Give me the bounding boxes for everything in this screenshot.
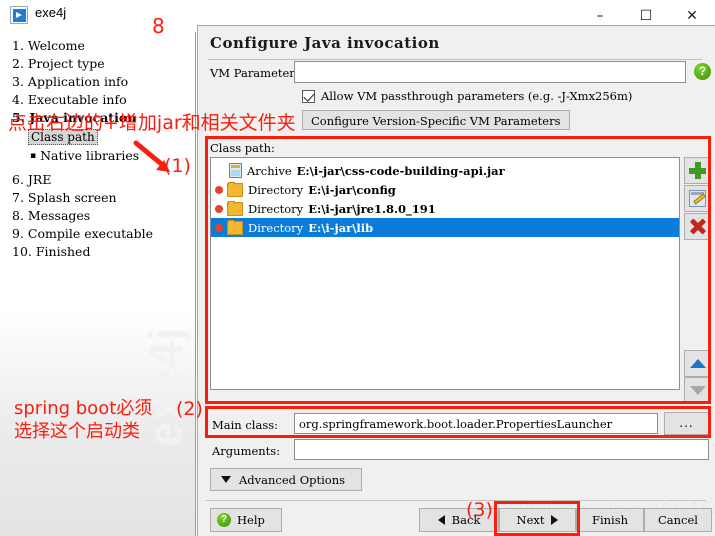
exe4j-app-icon — [10, 6, 28, 24]
annotation-box-next — [494, 501, 580, 536]
sidebar-item-application-info[interactable]: 3. Application info — [12, 74, 128, 89]
chevron-down-icon — [221, 476, 231, 483]
annotation-box-classpath — [205, 136, 711, 404]
allow-passthrough-label: Allow VM passthrough parameters (e.g. -J… — [321, 89, 633, 103]
arguments-label: Arguments: — [212, 444, 281, 458]
sidebar-item-messages[interactable]: 8. Messages — [12, 208, 90, 223]
annotation-arrow-icon — [133, 140, 170, 172]
configure-version-specific-vm-button[interactable]: Configure Version-Specific VM Parameters — [302, 110, 570, 130]
window-title: exe4j — [35, 5, 67, 20]
help-button[interactable]: ? Help — [210, 508, 282, 532]
question-mark-icon[interactable]: ? — [694, 63, 711, 80]
page-title: Configure Java invocation — [210, 34, 440, 52]
annotation-spring-note: spring boot必须 选择这个启动类 — [14, 397, 152, 443]
sidebar-item-welcome[interactable]: 1. Welcome — [12, 38, 85, 53]
sidebar-item-executable-info[interactable]: 4. Executable info — [12, 92, 127, 107]
sidebar-item-splash-screen[interactable]: 7. Splash screen — [12, 190, 117, 205]
annotation-marker-2: (2) — [176, 398, 203, 420]
advanced-options-label: Advanced Options — [239, 472, 346, 487]
annotation-marker-3: (3) — [466, 499, 493, 521]
bullet-icon: ▪ — [30, 151, 37, 161]
help-label: Help — [237, 513, 265, 527]
annotation-top-note: 点击右边的+增加jar和相关文件夹 — [8, 112, 296, 134]
sidebar-item-jre[interactable]: 6. JRE — [12, 172, 51, 187]
annotation-box-mainclass — [205, 406, 711, 438]
help-question-icon: ? — [217, 513, 231, 527]
advanced-options-button[interactable]: Advanced Options — [210, 468, 362, 491]
annotation-step-8: 8 — [152, 14, 165, 38]
annotation-spring-line2: 选择这个启动类 — [14, 421, 140, 442]
sidebar-item-compile-executable[interactable]: 9. Compile executable — [12, 226, 153, 241]
finish-button[interactable]: Finish — [576, 508, 644, 532]
title-divider — [208, 59, 702, 60]
annotation-spring-line1: spring boot必须 — [14, 398, 153, 419]
vm-parameters-input[interactable] — [294, 61, 686, 83]
cancel-button[interactable]: Cancel — [644, 508, 712, 532]
sidebar-item-project-type[interactable]: 2. Project type — [12, 56, 105, 71]
allow-passthrough-checkbox[interactable] — [302, 89, 315, 103]
chevron-left-icon — [437, 515, 445, 525]
allow-passthrough-checkbox-row[interactable]: Allow VM passthrough parameters (e.g. -J… — [302, 89, 632, 103]
vm-parameters-label: VM Parameters: — [210, 66, 305, 80]
arguments-input[interactable] — [294, 439, 709, 460]
sidebar-subitem-native-libraries[interactable]: ▪ Native libraries — [30, 148, 139, 163]
sidebar-item-finished[interactable]: 10. Finished — [12, 244, 90, 259]
